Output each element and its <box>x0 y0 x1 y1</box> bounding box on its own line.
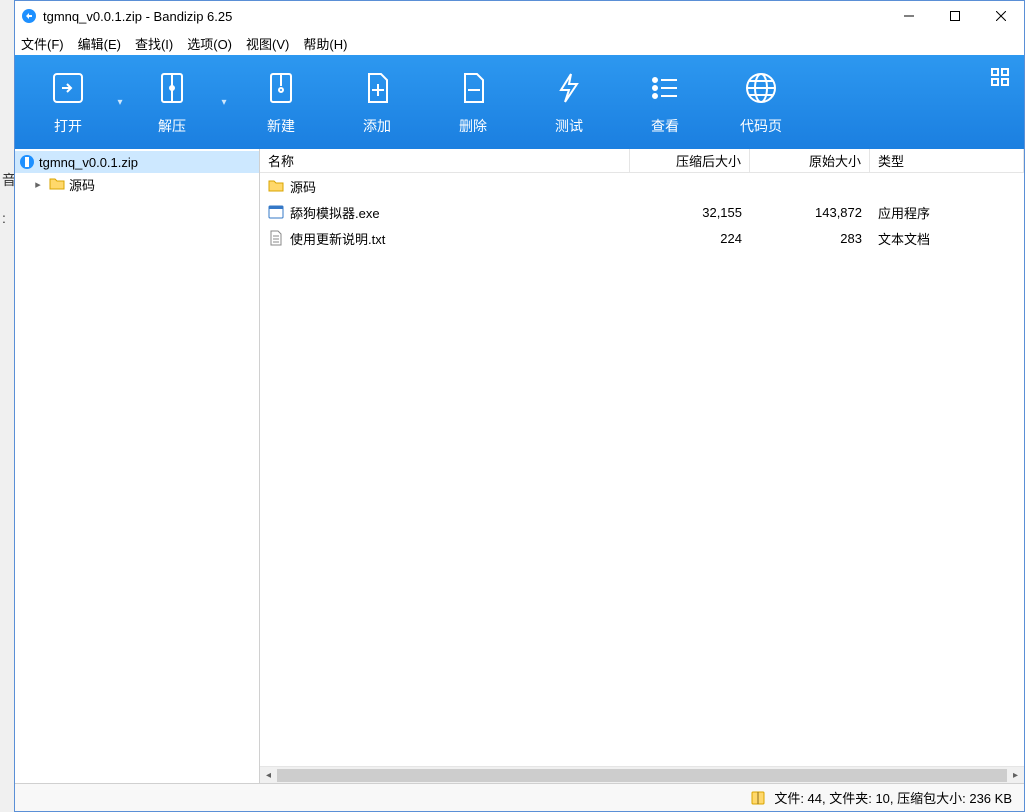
list-item[interactable]: 源码 <box>260 173 1024 199</box>
file-compressed: 32,155 <box>630 205 750 220</box>
file-name: 舔狗模拟器.exe <box>290 203 380 222</box>
scroll-thumb[interactable] <box>277 769 1007 782</box>
menu-options[interactable]: 选项(O) <box>187 34 232 53</box>
menu-help[interactable]: 帮助(H) <box>303 34 347 53</box>
toolbar-grid-icon[interactable] <box>990 67 1010 90</box>
extract-button[interactable]: 解压 <box>129 55 215 149</box>
tree-panel[interactable]: tgmnq_v0.0.1.zip ▸ 源码 <box>15 149 260 783</box>
view-icon <box>645 68 685 108</box>
delete-icon <box>453 68 493 108</box>
archive-icon <box>750 790 766 806</box>
open-label: 打开 <box>54 116 82 136</box>
view-button[interactable]: 查看 <box>617 55 713 149</box>
test-label: 测试 <box>555 116 583 136</box>
open-icon <box>48 68 88 108</box>
file-type: 应用程序 <box>870 203 1024 222</box>
bg-text: : <box>2 210 6 226</box>
new-label: 新建 <box>267 116 295 136</box>
tree-root-label: tgmnq_v0.0.1.zip <box>39 155 138 170</box>
open-button[interactable]: 打开 <box>25 55 111 149</box>
list-body[interactable]: 源码舔狗模拟器.exe 32,155143,872应用程序使用更新说明.txt 22… <box>260 173 1024 766</box>
menu-file[interactable]: 文件(F) <box>21 34 64 53</box>
menu-view[interactable]: 视图(V) <box>246 34 289 53</box>
zip-icon <box>19 154 35 170</box>
minimize-button[interactable] <box>886 1 932 31</box>
file-original: 143,872 <box>750 205 870 220</box>
codepage-button[interactable]: 代码页 <box>713 55 809 149</box>
exe-icon <box>268 204 284 220</box>
test-icon <box>549 68 589 108</box>
codepage-label: 代码页 <box>740 116 782 136</box>
content-area: tgmnq_v0.0.1.zip ▸ 源码 名称 压缩后大小 原始大小 类型 源… <box>15 149 1024 783</box>
globe-icon <box>741 68 781 108</box>
extract-label: 解压 <box>158 116 186 136</box>
extract-dropdown[interactable]: ▾ <box>215 97 233 108</box>
file-original: 283 <box>750 231 870 246</box>
col-name[interactable]: 名称 <box>260 149 630 172</box>
col-compressed[interactable]: 压缩后大小 <box>630 149 750 172</box>
view-label: 查看 <box>651 116 679 136</box>
txt-icon <box>268 230 284 246</box>
add-icon <box>357 68 397 108</box>
add-button[interactable]: 添加 <box>329 55 425 149</box>
close-button[interactable] <box>978 1 1024 31</box>
extract-icon <box>152 68 192 108</box>
test-button[interactable]: 测试 <box>521 55 617 149</box>
file-name: 使用更新说明.txt <box>290 229 385 248</box>
folder-icon <box>268 178 284 194</box>
maximize-button[interactable] <box>932 1 978 31</box>
app-icon <box>21 8 37 24</box>
scroll-right-icon[interactable]: ▸ <box>1007 767 1024 784</box>
main-window: tgmnq_v0.0.1.zip - Bandizip 6.25 文件(F) 编… <box>14 0 1025 812</box>
file-list: 名称 压缩后大小 原始大小 类型 源码舔狗模拟器.exe 32,155143,87… <box>260 149 1024 783</box>
menu-bar: 文件(F) 编辑(E) 查找(I) 选项(O) 视图(V) 帮助(H) <box>15 31 1024 55</box>
delete-label: 删除 <box>459 116 487 136</box>
col-type[interactable]: 类型 <box>870 149 1024 172</box>
list-item[interactable]: 舔狗模拟器.exe 32,155143,872应用程序 <box>260 199 1024 225</box>
add-label: 添加 <box>363 116 391 136</box>
menu-edit[interactable]: 编辑(E) <box>78 34 121 53</box>
horizontal-scrollbar[interactable]: ◂ ▸ <box>260 766 1024 783</box>
file-compressed: 224 <box>630 231 750 246</box>
chevron-right-icon[interactable]: ▸ <box>31 178 45 191</box>
file-name: 源码 <box>290 177 316 196</box>
toolbar: 打开 ▾ 解压 ▾ 新建 添加 删除 <box>15 55 1024 149</box>
status-bar: 文件: 44, 文件夹: 10, 压缩包大小: 236 KB <box>15 783 1024 811</box>
status-text: 文件: 44, 文件夹: 10, 压缩包大小: 236 KB <box>774 788 1012 807</box>
delete-button[interactable]: 删除 <box>425 55 521 149</box>
file-type: 文本文档 <box>870 229 1024 248</box>
new-button[interactable]: 新建 <box>233 55 329 149</box>
list-item[interactable]: 使用更新说明.txt 224283文本文档 <box>260 225 1024 251</box>
list-header: 名称 压缩后大小 原始大小 类型 <box>260 149 1024 173</box>
new-icon <box>261 68 301 108</box>
tree-root[interactable]: tgmnq_v0.0.1.zip <box>15 151 259 173</box>
open-dropdown[interactable]: ▾ <box>111 97 129 108</box>
tree-child[interactable]: ▸ 源码 <box>15 173 259 195</box>
col-original[interactable]: 原始大小 <box>750 149 870 172</box>
tree-child-label: 源码 <box>69 175 95 194</box>
window-controls <box>886 1 1024 31</box>
title-bar: tgmnq_v0.0.1.zip - Bandizip 6.25 <box>15 1 1024 31</box>
window-title: tgmnq_v0.0.1.zip - Bandizip 6.25 <box>43 9 886 24</box>
menu-find[interactable]: 查找(I) <box>135 34 173 53</box>
folder-icon <box>49 176 65 192</box>
scroll-left-icon[interactable]: ◂ <box>260 767 277 784</box>
